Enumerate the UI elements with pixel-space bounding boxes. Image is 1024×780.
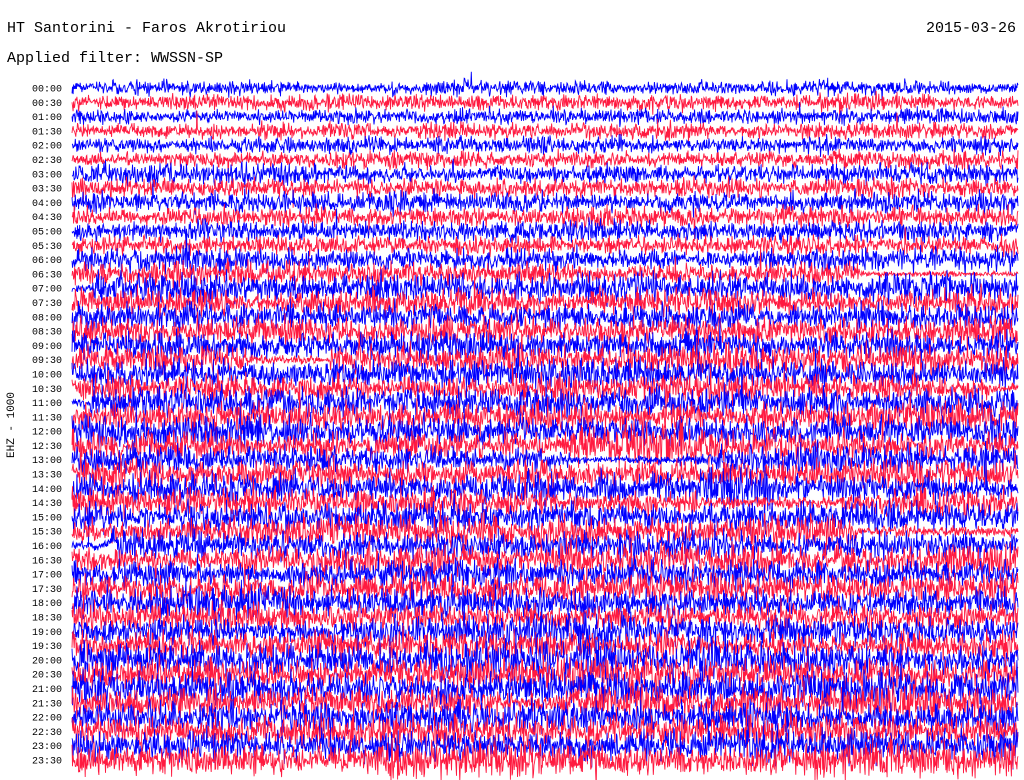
y-axis-label: EHZ - 1000 — [6, 392, 18, 458]
tick-label: 04:30 — [32, 213, 62, 224]
tick-label: 21:30 — [32, 699, 62, 710]
tick-label: 19:30 — [32, 642, 62, 653]
tick-label: 23:00 — [32, 742, 62, 753]
tick-label: 22:30 — [32, 728, 62, 739]
tick-label: 06:00 — [32, 256, 62, 267]
tick-label: 20:30 — [32, 671, 62, 682]
tick-label: 10:00 — [32, 371, 62, 382]
tick-label: 00:00 — [32, 85, 62, 96]
tick-label: 17:30 — [32, 585, 62, 596]
tick-label: 17:00 — [32, 571, 62, 582]
tick-label: 19:00 — [32, 628, 62, 639]
helicorder-page: 00:00 00:30 01:00 01:30 02:00 02:30 03:00 03:30… — [0, 0, 1024, 780]
tick-label: 07:00 — [32, 285, 62, 296]
tick-label: 10:30 — [32, 385, 62, 396]
filter-label: Applied filter: WWSSN-SP — [7, 50, 224, 67]
tick-label: 05:30 — [32, 242, 62, 253]
tick-label: 11:30 — [32, 413, 62, 424]
tick-label: 13:30 — [32, 471, 62, 482]
tick-label: 15:30 — [32, 528, 62, 539]
tick-label: 14:00 — [32, 485, 62, 496]
tick-label: 00:30 — [32, 99, 62, 110]
tick-label: 01:30 — [32, 127, 62, 138]
tick-label: 06:30 — [32, 270, 62, 281]
tick-label: 18:00 — [32, 599, 62, 610]
tick-label: 16:30 — [32, 556, 62, 567]
tick-label: 23:30 — [32, 757, 62, 768]
tick-label: 02:00 — [32, 142, 62, 153]
tick-label: 12:30 — [32, 442, 62, 453]
tick-label: 02:30 — [32, 156, 62, 167]
tick-label: 14:30 — [32, 499, 62, 510]
helicorder-plot: 00:00 00:30 01:00 01:30 02:00 02:30 03:00 03:30… — [0, 0, 1024, 780]
tick-label: 18:30 — [32, 614, 62, 625]
tick-label: 16:00 — [32, 542, 62, 553]
tick-label: 08:00 — [32, 313, 62, 324]
tick-label: 09:30 — [32, 356, 62, 367]
station-title: HT Santorini - Faros Akrotiriou — [7, 20, 287, 37]
tick-label: 13:00 — [32, 456, 62, 467]
tick-label: 08:30 — [32, 328, 62, 339]
tick-label: 04:00 — [32, 199, 62, 210]
tick-label: 05:00 — [32, 228, 62, 239]
tick-label: 03:00 — [32, 170, 62, 181]
tick-label: 07:30 — [32, 299, 62, 310]
tick-label: 01:00 — [32, 113, 62, 124]
tick-label: 03:30 — [32, 185, 62, 196]
tick-label: 09:00 — [32, 342, 62, 353]
tick-label: 20:00 — [32, 656, 62, 667]
tick-label: 12:00 — [32, 428, 62, 439]
tick-label: 22:00 — [32, 714, 62, 725]
tick-label: 11:00 — [32, 399, 62, 410]
date-label: 2015-03-26 — [925, 20, 1016, 37]
tick-label: 15:00 — [32, 513, 62, 524]
tick-label: 21:00 — [32, 685, 62, 696]
